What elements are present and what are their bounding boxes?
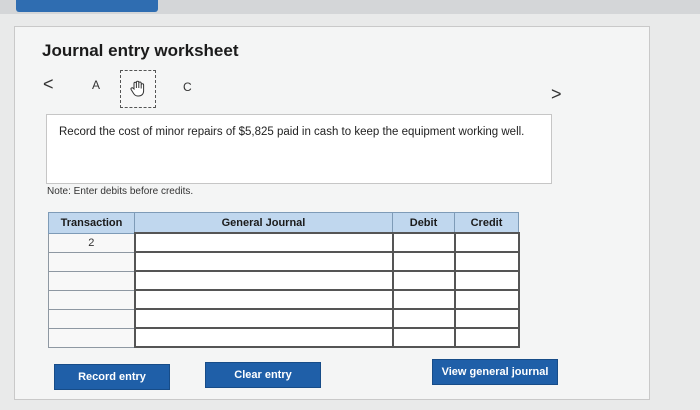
- hand-cursor-icon: [130, 80, 145, 97]
- header-general-journal: General Journal: [134, 212, 393, 234]
- account-input[interactable]: [133, 232, 394, 253]
- header-debit: Debit: [392, 212, 455, 234]
- table-row: [48, 251, 520, 272]
- instruction-text: Record the cost of minor repairs of $5,8…: [59, 126, 525, 138]
- top-tab[interactable]: [16, 0, 158, 12]
- credit-input[interactable]: [453, 270, 520, 291]
- credit-input[interactable]: [453, 327, 520, 348]
- page-title: Journal entry worksheet: [42, 41, 239, 60]
- debit-input[interactable]: [391, 270, 456, 291]
- debit-input[interactable]: [391, 251, 456, 272]
- credit-input[interactable]: [453, 232, 520, 253]
- journal-table: Transaction General Journal Debit Credit…: [48, 212, 520, 348]
- transaction-cell: 2: [48, 232, 135, 253]
- top-bar: [0, 0, 700, 14]
- header-credit: Credit: [454, 212, 519, 234]
- view-general-journal-button[interactable]: View general journal: [432, 359, 558, 385]
- next-arrow-icon[interactable]: >: [551, 84, 562, 105]
- account-input[interactable]: [133, 270, 394, 291]
- note-text: Note: Enter debits before credits.: [47, 186, 194, 197]
- debit-input[interactable]: [391, 232, 456, 253]
- tab-c[interactable]: C: [183, 80, 192, 94]
- transaction-cell: [48, 251, 135, 272]
- header-transaction: Transaction: [48, 212, 135, 234]
- tab-b-selected[interactable]: [120, 70, 156, 108]
- transaction-cell: [48, 289, 135, 310]
- table-row: [48, 270, 520, 291]
- table-header-row: Transaction General Journal Debit Credit: [48, 212, 519, 234]
- record-entry-button[interactable]: Record entry: [54, 364, 170, 390]
- transaction-cell: [48, 327, 135, 348]
- table-row: 2: [48, 232, 520, 253]
- prev-arrow-icon[interactable]: <: [43, 74, 54, 95]
- credit-input[interactable]: [453, 251, 520, 272]
- tab-a[interactable]: A: [92, 78, 100, 92]
- account-input[interactable]: [133, 308, 394, 329]
- credit-input[interactable]: [453, 289, 520, 310]
- table-row: [48, 289, 520, 310]
- table-row: [48, 327, 520, 348]
- debit-input[interactable]: [391, 327, 456, 348]
- account-input[interactable]: [133, 251, 394, 272]
- credit-input[interactable]: [453, 308, 520, 329]
- debit-input[interactable]: [391, 289, 456, 310]
- account-input[interactable]: [133, 327, 394, 348]
- account-input[interactable]: [133, 289, 394, 310]
- instruction-box: Record the cost of minor repairs of $5,8…: [46, 114, 552, 184]
- table-row: [48, 308, 520, 329]
- debit-input[interactable]: [391, 308, 456, 329]
- transaction-cell: [48, 308, 135, 329]
- transaction-cell: [48, 270, 135, 291]
- clear-entry-button[interactable]: Clear entry: [205, 362, 321, 388]
